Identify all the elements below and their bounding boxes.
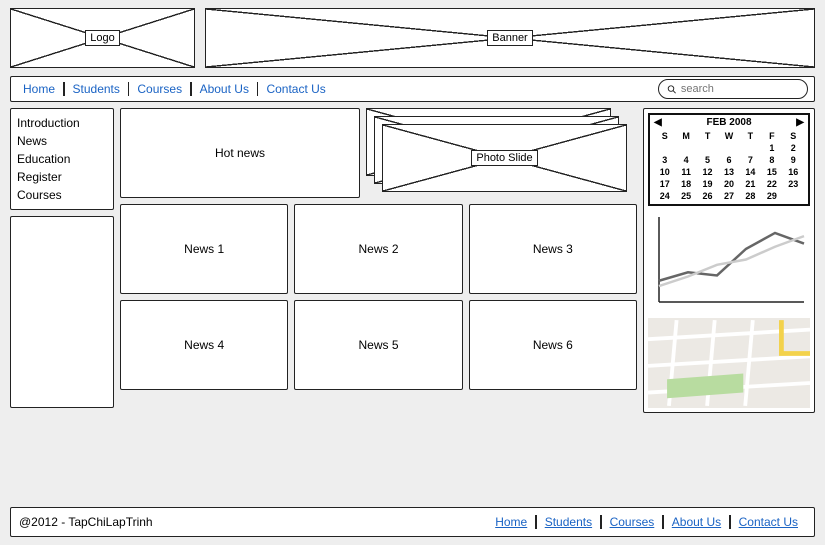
banner-placeholder: Banner	[205, 8, 815, 68]
calendar-title: FEB 2008	[706, 117, 751, 128]
calendar-next-icon[interactable]: ▶	[796, 117, 804, 128]
news-card-5-label: News 5	[358, 338, 398, 352]
calendar-dow: S	[654, 130, 675, 142]
news-card-4-label: News 4	[184, 338, 224, 352]
sidebar-secondary-box	[10, 216, 114, 408]
calendar-day[interactable]: 16	[783, 166, 804, 178]
calendar-day[interactable]: 24	[654, 190, 675, 202]
calendar-day	[675, 142, 696, 154]
footer: @2012 - TapChiLapTrinh Home Students Cou…	[10, 507, 815, 537]
chart-series-dark	[659, 233, 804, 281]
calendar-day[interactable]: 10	[654, 166, 675, 178]
calendar-dow: F	[761, 130, 782, 142]
calendar-day[interactable]: 22	[761, 178, 782, 190]
sidebar-item-education[interactable]: Education	[17, 151, 107, 167]
calendar-day[interactable]: 20	[718, 178, 739, 190]
nav-about[interactable]: About Us	[200, 82, 249, 96]
navbar: Home Students Courses About Us Contact U…	[10, 76, 815, 102]
calendar-day	[718, 142, 739, 154]
calendar-day[interactable]: 6	[718, 154, 739, 166]
calendar-day[interactable]: 1	[761, 142, 782, 154]
map-widget[interactable]	[648, 318, 810, 408]
calendar-day[interactable]: 8	[761, 154, 782, 166]
calendar-dow: S	[783, 130, 804, 142]
calendar-day[interactable]: 26	[697, 190, 718, 202]
calendar-day[interactable]: 3	[654, 154, 675, 166]
calendar-day[interactable]: 28	[740, 190, 761, 202]
calendar-day[interactable]: 2	[783, 142, 804, 154]
footer-link-students[interactable]: Students	[545, 515, 592, 529]
calendar-prev-icon[interactable]: ◀	[654, 117, 662, 128]
hot-news-label: Hot news	[215, 146, 265, 160]
footer-copyright: @2012 - TapChiLapTrinh	[19, 515, 153, 529]
calendar-widget[interactable]: ◀ FEB 2008 ▶ SMTWTFS12345678910111213141…	[648, 113, 810, 206]
photo-slide-label: Photo Slide	[471, 150, 537, 166]
news-card-4[interactable]: News 4	[120, 300, 288, 390]
calendar-day[interactable]: 21	[740, 178, 761, 190]
map-svg	[648, 318, 810, 408]
footer-link-courses[interactable]: Courses	[610, 515, 655, 529]
hot-news-panel: Hot news	[120, 108, 360, 198]
calendar-day[interactable]: 4	[675, 154, 696, 166]
calendar-day[interactable]: 19	[697, 178, 718, 190]
calendar-day[interactable]: 18	[675, 178, 696, 190]
photo-slide-panel: Photo Slide	[366, 108, 637, 198]
calendar-day[interactable]: 11	[675, 166, 696, 178]
banner-label: Banner	[487, 30, 532, 46]
news-card-6[interactable]: News 6	[469, 300, 637, 390]
calendar-day	[654, 142, 675, 154]
calendar-day[interactable]: 5	[697, 154, 718, 166]
sidebar-menu: Introduction News Education Register Cou…	[10, 108, 114, 210]
news-card-3-label: News 3	[533, 242, 573, 256]
calendar-dow: T	[740, 130, 761, 142]
news-card-2[interactable]: News 2	[294, 204, 462, 294]
news-card-3[interactable]: News 3	[469, 204, 637, 294]
logo-placeholder: Logo	[10, 8, 195, 68]
news-card-1-label: News 1	[184, 242, 224, 256]
sidebar-item-news[interactable]: News	[17, 133, 107, 149]
calendar-dow: T	[697, 130, 718, 142]
calendar-day[interactable]: 29	[761, 190, 782, 202]
footer-link-about[interactable]: About Us	[672, 515, 721, 529]
nav-courses[interactable]: Courses	[137, 82, 182, 96]
sidebar-item-courses[interactable]: Courses	[17, 187, 107, 203]
calendar-day[interactable]: 14	[740, 166, 761, 178]
chart-svg	[648, 212, 810, 312]
nav-students[interactable]: Students	[73, 82, 120, 96]
search-input[interactable]	[681, 83, 799, 95]
footer-link-contact[interactable]: Contact Us	[739, 515, 798, 529]
news-card-1[interactable]: News 1	[120, 204, 288, 294]
sidebar-item-introduction[interactable]: Introduction	[17, 115, 107, 131]
sidebar-item-register[interactable]: Register	[17, 169, 107, 185]
nav-contact[interactable]: Contact Us	[266, 82, 325, 96]
calendar-day[interactable]: 17	[654, 178, 675, 190]
news-card-2-label: News 2	[358, 242, 398, 256]
search-icon	[667, 84, 677, 95]
footer-link-home[interactable]: Home	[495, 515, 527, 529]
calendar-dow: W	[718, 130, 739, 142]
calendar-day[interactable]: 27	[718, 190, 739, 202]
calendar-day[interactable]: 12	[697, 166, 718, 178]
calendar-day	[697, 142, 718, 154]
search-box[interactable]	[658, 79, 808, 99]
calendar-day[interactable]: 7	[740, 154, 761, 166]
calendar-day	[740, 142, 761, 154]
nav-home[interactable]: Home	[23, 82, 55, 96]
line-chart-widget	[648, 212, 810, 312]
calendar-day[interactable]: 23	[783, 178, 804, 190]
news-card-5[interactable]: News 5	[294, 300, 462, 390]
calendar-dow: M	[675, 130, 696, 142]
calendar-day[interactable]: 9	[783, 154, 804, 166]
calendar-day[interactable]: 15	[761, 166, 782, 178]
photo-slide-front: Photo Slide	[382, 124, 627, 192]
logo-label: Logo	[85, 30, 119, 46]
calendar-grid: SMTWTFS123456789101112131415161718192021…	[654, 130, 804, 202]
calendar-day[interactable]: 13	[718, 166, 739, 178]
nav-links: Home Students Courses About Us Contact U…	[15, 82, 334, 96]
news-card-6-label: News 6	[533, 338, 573, 352]
chart-series-light	[659, 236, 804, 286]
calendar-day[interactable]: 25	[675, 190, 696, 202]
